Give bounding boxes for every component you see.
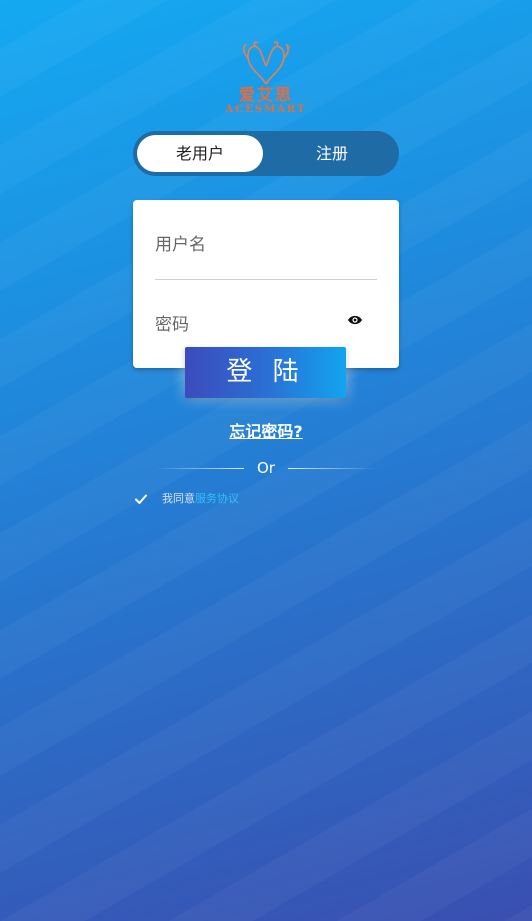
password-field[interactable]: 密码 <box>155 310 189 335</box>
checkmark-icon[interactable] <box>133 491 149 507</box>
tab-register[interactable]: 注册 <box>269 135 395 172</box>
login-button[interactable]: 登 陆 <box>185 347 346 398</box>
or-divider: Or <box>0 458 532 478</box>
or-text: Or <box>257 459 275 477</box>
username-field[interactable]: 用户名 <box>155 230 206 255</box>
logo-name-cn: 爱艾思 <box>238 85 293 104</box>
service-agreement-link[interactable]: 服务协议 <box>195 492 239 505</box>
eye-icon[interactable] <box>347 314 363 326</box>
divider-line-right <box>288 468 377 469</box>
forgot-password-link[interactable]: 忘记密码? <box>0 418 532 442</box>
agreement-text: 我同意服务协议 <box>162 491 239 507</box>
login-register-switch: 老用户 注册 <box>133 131 399 176</box>
svg-text:®: ® <box>286 44 291 51</box>
app-logo: ® 爱艾思 ACESMART <box>216 40 316 118</box>
agreement-prefix: 我同意 <box>162 492 195 505</box>
username-underline <box>155 279 377 280</box>
tab-existing-user[interactable]: 老用户 <box>137 135 263 172</box>
login-form-card: 用户名 密码 <box>133 200 399 368</box>
logo-name-en: ACESMART <box>225 104 307 115</box>
logo-icon: ® <box>243 41 291 85</box>
